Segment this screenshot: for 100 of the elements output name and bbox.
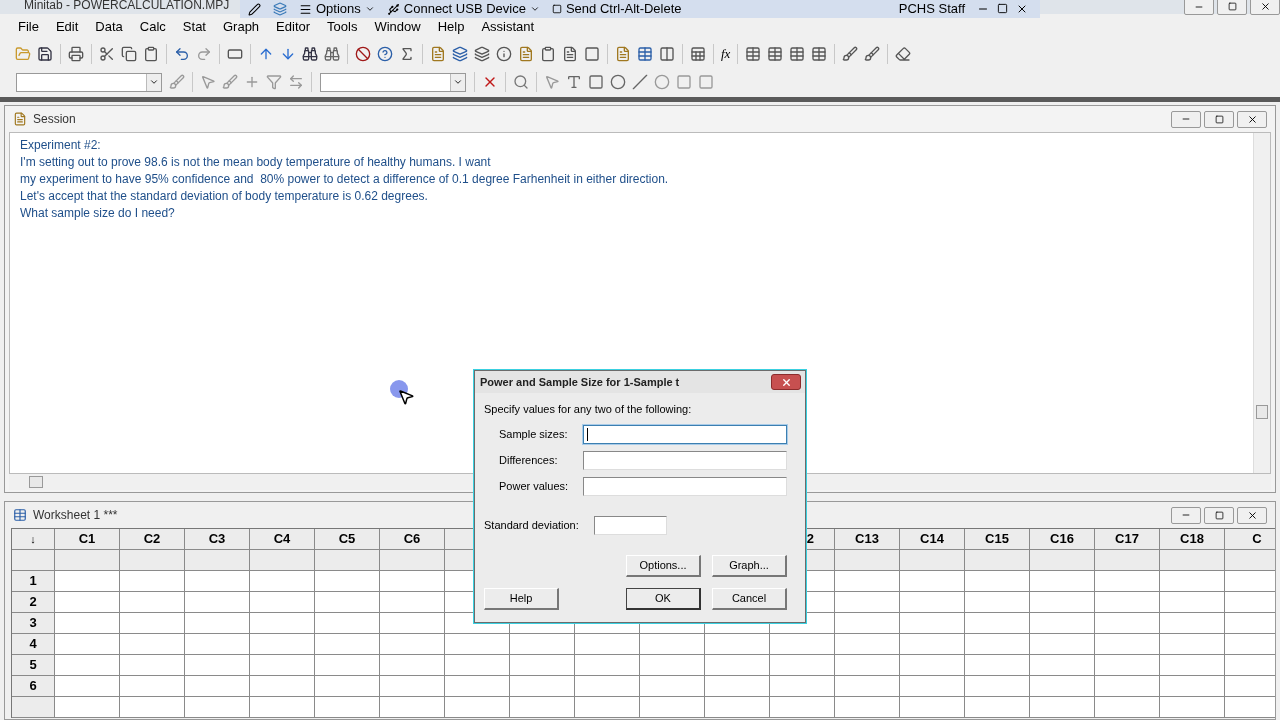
grid-cell[interactable]: [705, 697, 770, 718]
frame-icon[interactable]: [584, 46, 600, 62]
crosshair-icon[interactable]: [244, 74, 260, 90]
copy-icon[interactable]: [121, 46, 137, 62]
grid-cell[interactable]: [510, 655, 575, 676]
folder-icon[interactable]: [15, 46, 31, 62]
grid-cell[interactable]: [1095, 634, 1160, 655]
grid-cell[interactable]: [250, 676, 315, 697]
text-icon[interactable]: [566, 74, 582, 90]
close-button[interactable]: [771, 374, 801, 390]
grid-cell[interactable]: [965, 592, 1030, 613]
grid-cell[interactable]: [705, 634, 770, 655]
grid-cell[interactable]: [835, 676, 900, 697]
menu-item[interactable]: Graph: [222, 17, 260, 37]
grid-cell[interactable]: [835, 655, 900, 676]
grid-cell[interactable]: [965, 613, 1030, 634]
grid-cell[interactable]: [770, 697, 835, 718]
grid-cell[interactable]: [185, 697, 250, 718]
grid-cell[interactable]: [1030, 571, 1095, 592]
grid-cell[interactable]: [1095, 571, 1160, 592]
menu-item[interactable]: Help: [437, 17, 465, 37]
info-icon[interactable]: [496, 46, 512, 62]
grid-cell[interactable]: [120, 613, 185, 634]
grid-cell[interactable]: [120, 634, 185, 655]
chart-icon[interactable]: [811, 46, 828, 62]
grid-cell[interactable]: [640, 697, 705, 718]
grid-cell[interactable]: [770, 655, 835, 676]
grid-cell[interactable]: [55, 697, 120, 718]
printer-icon[interactable]: [68, 46, 84, 62]
grid-cell[interactable]: [315, 634, 380, 655]
grid-cell[interactable]: [900, 613, 965, 634]
menu-item[interactable]: Editor: [276, 17, 311, 37]
layout-icon[interactable]: [745, 46, 762, 62]
grid-cell[interactable]: [120, 571, 185, 592]
grid-cell[interactable]: [1095, 655, 1160, 676]
binoculars-icon[interactable]: [324, 46, 340, 62]
table-icon[interactable]: [637, 46, 653, 62]
clipboard-icon[interactable]: [143, 46, 159, 62]
grid-cell[interactable]: [315, 655, 380, 676]
new-page-icon[interactable]: [562, 46, 578, 62]
grid-cell[interactable]: [1160, 592, 1225, 613]
grid-cell[interactable]: [1095, 592, 1160, 613]
row-header[interactable]: 3: [12, 613, 55, 634]
dialog-button[interactable]: Graph...: [712, 554, 787, 577]
prohibited-icon[interactable]: [355, 46, 371, 62]
windows-icon[interactable]: [452, 46, 468, 62]
grid-cell[interactable]: [250, 697, 315, 718]
grid-cell[interactable]: [120, 697, 185, 718]
menu-item[interactable]: Assistant: [481, 17, 535, 37]
column-name-cell[interactable]: [835, 550, 900, 571]
column-name-cell[interactable]: [1160, 550, 1225, 571]
polygon-icon[interactable]: [676, 74, 692, 90]
function-icon[interactable]: fx: [721, 44, 731, 64]
toolbar-dropdown[interactable]: [16, 72, 162, 92]
column-name-cell[interactable]: [1095, 550, 1160, 571]
grid-cell[interactable]: [1160, 676, 1225, 697]
menu-item[interactable]: Stat: [182, 17, 206, 37]
grid-cell[interactable]: [55, 655, 120, 676]
column-name-cell[interactable]: [55, 550, 120, 571]
maximize-button[interactable]: [1217, 0, 1247, 15]
grid-cell[interactable]: [380, 613, 445, 634]
brush-icon[interactable]: [842, 46, 859, 62]
close-icon[interactable]: [1016, 3, 1028, 15]
row-header[interactable]: 5: [12, 655, 55, 676]
menu-item[interactable]: Window: [374, 17, 421, 37]
grid-cell[interactable]: [835, 592, 900, 613]
document-icon[interactable]: [430, 46, 446, 62]
grid-cell[interactable]: [315, 592, 380, 613]
grid-cell[interactable]: [1095, 697, 1160, 718]
sigma-icon[interactable]: [399, 46, 415, 62]
swap-icon[interactable]: [288, 74, 304, 90]
grid-cell[interactable]: [1030, 592, 1095, 613]
grid-cell[interactable]: [965, 655, 1030, 676]
menu-item[interactable]: Edit: [55, 17, 79, 37]
dot-icon[interactable]: [654, 74, 670, 90]
maximize-button[interactable]: [1204, 110, 1234, 128]
grid-cell[interactable]: [965, 571, 1030, 592]
grid-cell[interactable]: [965, 697, 1030, 718]
grid-cell[interactable]: [250, 571, 315, 592]
input-field[interactable]: [594, 515, 667, 535]
grid-cell[interactable]: [965, 634, 1030, 655]
grid-cell[interactable]: [380, 676, 445, 697]
grid-cell[interactable]: [770, 676, 835, 697]
chart-icon[interactable]: [789, 46, 806, 62]
layout-icon[interactable]: [767, 46, 784, 62]
grid-cell[interactable]: [445, 655, 510, 676]
save-icon[interactable]: [37, 46, 53, 62]
dialog-button[interactable]: OK: [626, 587, 701, 610]
toolbar-dropdown[interactable]: [320, 72, 466, 92]
close-windows-icon[interactable]: [690, 46, 706, 62]
grid-cell[interactable]: [185, 676, 250, 697]
row-header[interactable]: 4: [12, 634, 55, 655]
input-field[interactable]: [583, 476, 787, 496]
help-icon[interactable]: [377, 46, 393, 62]
grid-cell[interactable]: [510, 676, 575, 697]
grid-cell[interactable]: [575, 676, 640, 697]
row-header[interactable]: [12, 697, 55, 718]
grid-cell[interactable]: [1160, 571, 1225, 592]
connect-usb-menu[interactable]: Connect USB Device: [386, 0, 540, 19]
grid-cell[interactable]: [315, 697, 380, 718]
